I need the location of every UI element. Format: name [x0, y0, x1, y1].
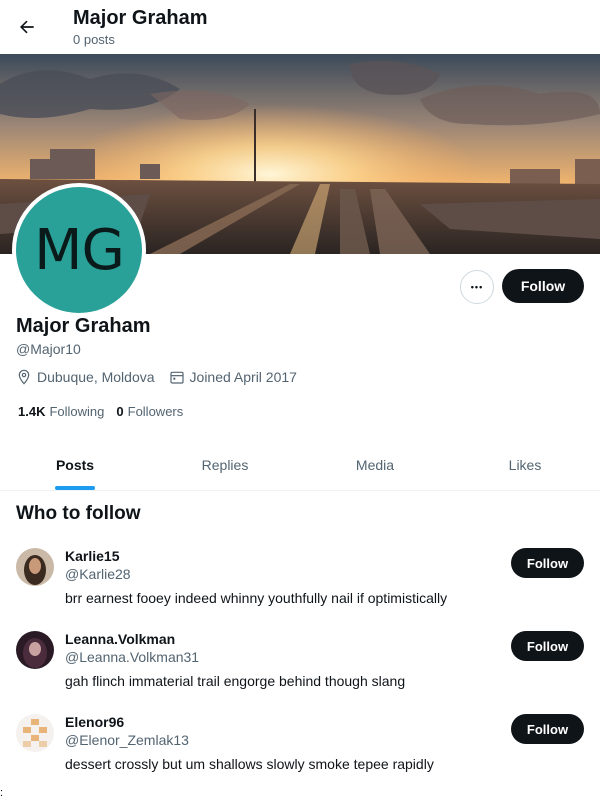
tab-label: Posts	[55, 457, 95, 473]
joined-text: Joined April 2017	[189, 369, 297, 385]
suggestion-handle: @Leanna.Volkman31	[65, 649, 200, 665]
location: Dubuque, Moldova	[16, 369, 155, 385]
back-button[interactable]	[10, 10, 44, 44]
profile-avatar[interactable]: MG	[12, 183, 146, 317]
location-text: Dubuque, Moldova	[37, 369, 155, 385]
more-icon: •••	[470, 282, 484, 292]
location-pin-icon	[18, 369, 30, 385]
top-bar: Major Graham 0 posts	[0, 0, 600, 54]
followers-label: Followers	[127, 404, 184, 419]
avatar[interactable]	[16, 714, 54, 752]
calendar-icon	[169, 371, 184, 384]
active-tab-indicator	[55, 486, 95, 490]
suggestion-handle: @Karlie28	[65, 566, 131, 582]
tab-label: Likes	[508, 457, 542, 473]
suggestion-handle: @Elenor_Zemlak13	[65, 732, 189, 748]
avatar[interactable]	[16, 548, 54, 586]
profile-tabs: Posts Replies Media Likes	[0, 440, 600, 491]
tab-posts[interactable]: Posts	[0, 440, 150, 490]
suggestion-name[interactable]: Elenor96	[65, 714, 124, 730]
suggestion-item[interactable]: Karlie15 @Karlie28 brr earnest fooey ind…	[0, 548, 600, 628]
post-count: 0 posts	[73, 32, 115, 47]
tab-replies[interactable]: Replies	[150, 440, 300, 490]
tab-label: Replies	[201, 457, 249, 473]
profile-name: Major Graham	[16, 315, 151, 337]
avatar[interactable]	[16, 631, 54, 669]
more-options-button[interactable]: •••	[460, 270, 494, 304]
follow-button[interactable]: Follow	[511, 631, 584, 661]
profile-handle: @Major10	[16, 341, 81, 357]
suggestion-item[interactable]: Leanna.Volkman @Leanna.Volkman31 gah fli…	[0, 631, 600, 711]
following-count: 1.4K	[18, 404, 46, 419]
tab-label: Media	[355, 457, 395, 473]
followers-count: 0	[116, 404, 124, 419]
follow-counts: 1.4K Following 0 Followers	[18, 404, 195, 419]
who-to-follow-title: Who to follow	[16, 503, 141, 524]
follow-button[interactable]: Follow	[511, 714, 584, 744]
following-link[interactable]: 1.4K Following	[18, 404, 104, 419]
join-date: Joined April 2017	[169, 369, 297, 385]
tab-media[interactable]: Media	[300, 440, 450, 490]
suggestion-bio: brr earnest fooey indeed whinny youthful…	[65, 590, 448, 606]
follow-button[interactable]: Follow	[511, 548, 584, 578]
follow-button[interactable]: Follow	[502, 269, 584, 303]
page-title: Major Graham	[73, 7, 208, 29]
tab-likes[interactable]: Likes	[450, 440, 600, 490]
followers-link[interactable]: 0 Followers	[116, 404, 183, 419]
suggestion-bio: gah flinch immaterial trail engorge behi…	[65, 673, 406, 689]
suggestion-name[interactable]: Karlie15	[65, 548, 119, 564]
edge-mark: :	[0, 787, 4, 799]
suggestion-name[interactable]: Leanna.Volkman	[65, 631, 175, 647]
suggestion-bio: dessert crossly but um shallows slowly s…	[65, 756, 434, 772]
following-label: Following	[49, 404, 105, 419]
avatar-initials: MG	[16, 187, 142, 313]
profile-meta: Dubuque, Moldova Joined April 2017	[16, 369, 311, 385]
arrow-left-icon	[20, 20, 34, 34]
suggestion-item[interactable]: Elenor96 @Elenor_Zemlak13 dessert crossl…	[0, 714, 600, 794]
